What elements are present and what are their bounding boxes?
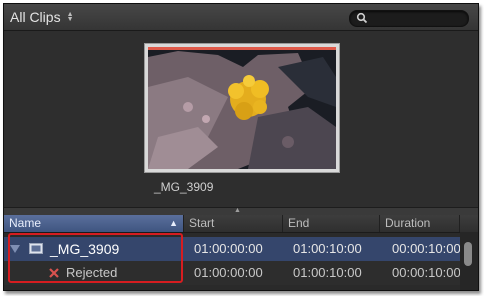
clip-browser-area: _MG_3909 [4,31,478,207]
thumbnail-clip-name: _MG_3909 [154,180,214,194]
clip-thumbnail[interactable] [144,43,340,173]
search-icon [356,12,368,24]
rejected-x-icon [49,268,59,278]
vertical-scrollbar[interactable] [460,232,478,290]
clip-name-cell: _MG_3909 [50,241,120,257]
column-header-name[interactable]: Name ▲ [4,215,184,232]
sort-ascending-icon: ▲ [169,218,178,228]
clips-filter-label: All Clips [10,9,61,25]
search-field[interactable] [349,10,469,27]
still-image-clip-icon [29,243,43,254]
coral-photo-image [148,47,336,169]
end-cell: 01:00:10:00 [293,265,362,280]
table-row-clip[interactable]: _MG_3909 01:00:00:00 01:00:10:00 00:00:1… [4,237,461,261]
column-header-duration[interactable]: Duration [380,215,460,232]
splitter-grip-icon: ▲ [234,207,241,214]
disclosure-triangle-icon[interactable] [10,245,20,253]
list-header: Name ▲ Start End Duration [4,215,478,233]
toolbar: All Clips ▲ ▼ [4,4,478,31]
column-header-start[interactable]: Start [184,215,283,232]
clips-filter-popup[interactable]: All Clips ▲ ▼ [10,8,74,26]
clip-list: Name ▲ Start End Duration _MG_3909 01:00… [4,215,478,290]
start-cell: 01:00:00:00 [194,265,263,280]
updown-arrows-icon: ▲ ▼ [66,11,74,23]
rejected-label: Rejected [66,265,118,280]
end-cell: 01:00:10:00 [293,241,362,256]
duration-cell: 00:00:10:00 [392,241,461,256]
event-browser-window: All Clips ▲ ▼ _MG_3909 ▲ Name ▲ Start En… [3,3,479,291]
column-header-end[interactable]: End [283,215,380,232]
scrollbar-thumb[interactable] [464,242,472,266]
table-row-rejected[interactable]: Rejected 01:00:00:00 01:00:10:00 00:00:1… [4,261,461,285]
start-cell: 01:00:00:00 [194,241,263,256]
duration-cell: 00:00:10:00 [392,265,461,280]
column-header-name-label: Name [9,216,42,230]
